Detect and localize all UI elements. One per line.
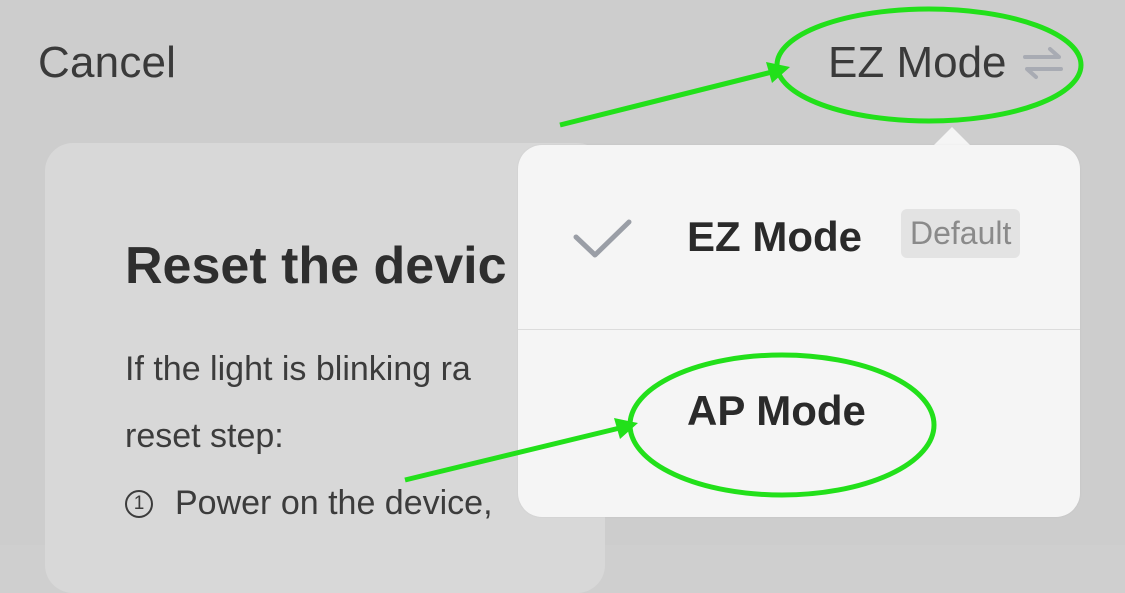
mode-popover-menu: EZ Mode Default AP Mode: [518, 145, 1080, 517]
annotation-arrow-line-1: [559, 67, 781, 128]
mode-switcher-button[interactable]: EZ Mode: [828, 38, 1065, 88]
step-text: Power on the device,: [175, 484, 493, 522]
menu-item-label: AP Mode: [687, 387, 866, 434]
card-step-1: 1 Power on the device,: [125, 484, 493, 523]
menu-item-label: EZ Mode: [687, 213, 862, 260]
default-badge: Default: [901, 209, 1021, 258]
popover-arrow: [932, 127, 972, 147]
annotation-arrowhead-1: [766, 62, 790, 83]
step-number-badge: 1: [125, 489, 153, 518]
checkmark-icon: [573, 219, 632, 258]
menu-item-ap-mode[interactable]: AP Mode: [518, 331, 1080, 515]
card-text-line-2: reset step:: [125, 417, 284, 455]
screen: Cancel EZ Mode Reset the devic If the li…: [0, 0, 1125, 593]
cancel-button[interactable]: Cancel: [38, 38, 176, 88]
menu-divider: [518, 329, 1080, 330]
menu-item-ez-mode[interactable]: EZ Mode Default: [518, 145, 1080, 329]
card-text-line-1: If the light is blinking ra: [125, 350, 471, 388]
card-title: Reset the devic: [125, 237, 507, 295]
swap-arrows-icon: [1021, 43, 1065, 83]
mode-switcher-label: EZ Mode: [828, 38, 1007, 87]
